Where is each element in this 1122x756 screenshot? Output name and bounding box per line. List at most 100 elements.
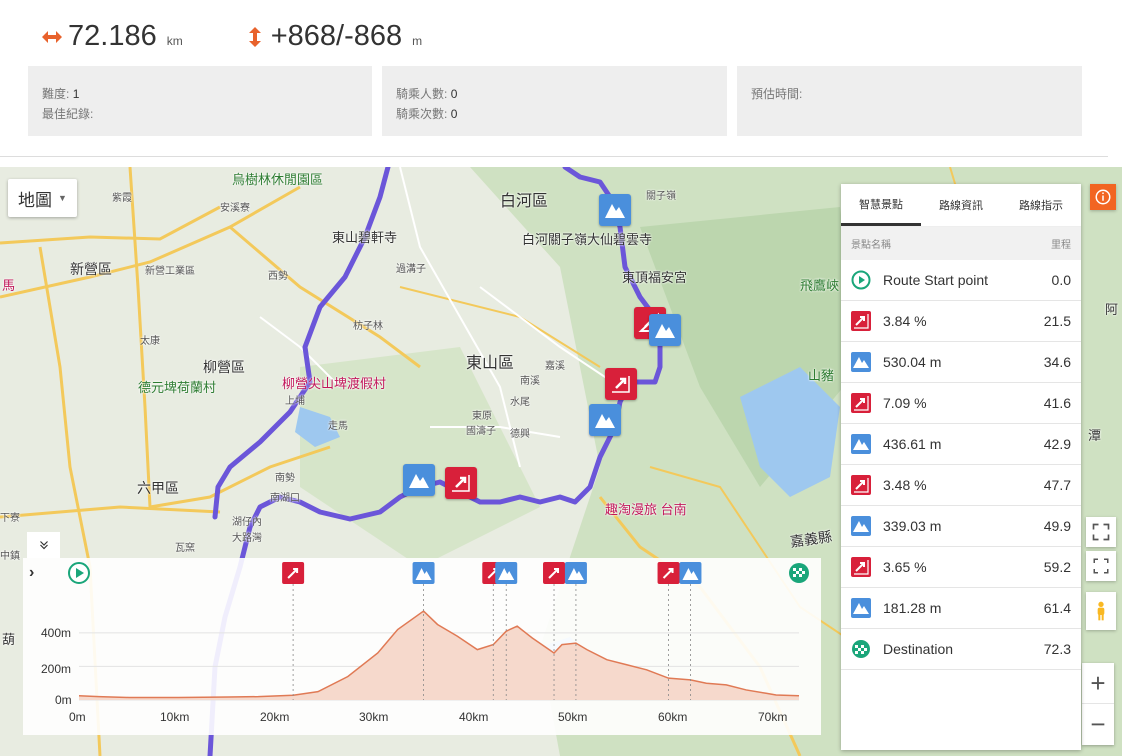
street-view-pegman-icon[interactable] bbox=[1086, 592, 1116, 630]
mountain-marker[interactable] bbox=[599, 194, 631, 226]
best-record-label: 最佳紀錄: bbox=[42, 107, 94, 121]
x-tick-40: 40km bbox=[459, 710, 489, 724]
point-row[interactable]: 7.09 % 41.6 bbox=[841, 383, 1081, 424]
point-row[interactable]: 3.84 % 21.5 bbox=[841, 301, 1081, 342]
label-dalu: 大路灣 bbox=[232, 533, 262, 544]
point-row[interactable]: 339.03 m 49.9 bbox=[841, 506, 1081, 547]
fullscreen-icon[interactable] bbox=[1086, 517, 1116, 547]
label-shanzhu: 山豬 bbox=[808, 368, 835, 383]
difficulty-label: 難度: bbox=[42, 87, 70, 101]
point-row[interactable]: Destination 72.3 bbox=[841, 629, 1081, 670]
climb-icon bbox=[851, 311, 871, 331]
point-row[interactable]: 3.48 % 47.7 bbox=[841, 465, 1081, 506]
point-name: 339.03 m bbox=[883, 518, 942, 534]
climb-icon bbox=[851, 393, 871, 413]
label-ashan: 阿 bbox=[1105, 302, 1119, 317]
point-name: 530.04 m bbox=[883, 354, 942, 370]
point-distance: 49.9 bbox=[1043, 518, 1071, 534]
expand-chevron-icon[interactable]: › bbox=[29, 564, 34, 582]
x-tick-0: 0m bbox=[69, 710, 86, 724]
point-distance: 42.9 bbox=[1043, 436, 1071, 452]
divider bbox=[0, 156, 1108, 157]
label-huxi: 湖仔內 bbox=[232, 517, 262, 528]
zoom-out-button[interactable]: − bbox=[1082, 704, 1114, 745]
checkered-flag-icon bbox=[851, 639, 871, 659]
label-taikang: 太康 bbox=[140, 336, 160, 347]
climb-icon bbox=[851, 557, 871, 577]
x-tick-50: 50km bbox=[558, 710, 588, 724]
label-dongshan: 東山區 bbox=[466, 355, 515, 372]
climb-marker[interactable] bbox=[445, 467, 477, 499]
elevation-value: +868/-868 bbox=[270, 19, 403, 52]
elevation-area bbox=[79, 611, 799, 700]
climb-marker[interactable] bbox=[605, 368, 637, 400]
distance-value: 72.186 bbox=[68, 19, 157, 52]
point-row[interactable]: Route Start point 0.0 bbox=[841, 260, 1081, 301]
riders-box: 騎乘人數: 0 騎乘次數: 0 bbox=[382, 66, 727, 136]
fit-view-icon[interactable] bbox=[1086, 551, 1116, 581]
label-tan: 潭 bbox=[1088, 428, 1102, 443]
profile-point-climb bbox=[282, 562, 305, 700]
x-tick-70: 70km bbox=[758, 710, 788, 724]
double-chevron-down-icon bbox=[39, 541, 48, 550]
label-zhongzhen: 中鎮 bbox=[0, 551, 20, 562]
point-distance: 47.7 bbox=[1043, 477, 1071, 493]
point-name: 436.61 m bbox=[883, 436, 942, 452]
mountain-marker[interactable] bbox=[589, 404, 621, 436]
label-guoyuan: 國濤子 bbox=[466, 426, 496, 437]
riders-value: 0 bbox=[450, 87, 458, 101]
collapse-elevation-button[interactable] bbox=[27, 532, 60, 558]
elevation-stat: +868/-868 m bbox=[243, 20, 422, 53]
point-distance: 34.6 bbox=[1043, 354, 1071, 370]
rides-label: 騎乘次數: bbox=[396, 107, 448, 121]
label-baihe: 白河區 bbox=[500, 193, 549, 210]
point-row[interactable]: 3.65 % 59.2 bbox=[841, 547, 1081, 588]
mountain-marker[interactable] bbox=[649, 314, 681, 346]
label-xiadong: 下寮 bbox=[0, 513, 20, 524]
points-list: Route Start point 0.0 3.84 % 21.5 530.04 m 34… bbox=[841, 260, 1081, 670]
point-distance: 61.4 bbox=[1043, 600, 1071, 616]
point-name: 3.84 % bbox=[883, 313, 927, 329]
point-name: Route Start point bbox=[883, 272, 989, 288]
climb-icon bbox=[851, 475, 871, 495]
point-name: 7.09 % bbox=[883, 395, 927, 411]
label-feilu: 飛鷹峽 bbox=[800, 278, 840, 293]
route-side-panel: 智慧景點 路線資訊 路線指示 景點名稱 里程 Route Start point… bbox=[841, 184, 1081, 750]
elevation-chart bbox=[68, 562, 809, 701]
label-nanxi: 南溪 bbox=[520, 376, 540, 387]
y-tick-200: 200m bbox=[41, 662, 72, 676]
zoom-controls: + − bbox=[1082, 663, 1114, 745]
label-shuiwei: 水尾 bbox=[510, 397, 530, 408]
label-dongshan-temple: 東山碧軒寺 bbox=[332, 230, 398, 245]
climb-icon bbox=[612, 376, 630, 393]
point-row[interactable]: 181.28 m 61.4 bbox=[841, 588, 1081, 629]
riders-label: 騎乘人數: bbox=[396, 87, 448, 101]
profile-point-destination bbox=[789, 563, 809, 583]
label-zouma: 走馬 bbox=[328, 421, 348, 432]
label-wushulin: 烏樹林休閒園區 bbox=[232, 172, 324, 187]
label-guanziling: 白河關子嶺大仙碧雲寺 bbox=[522, 232, 653, 247]
tab-smart-points[interactable]: 智慧景點 bbox=[841, 184, 921, 226]
point-name: 3.65 % bbox=[883, 559, 927, 575]
label-nanshan: 南勢 bbox=[275, 473, 295, 484]
map-type-selector[interactable]: 地圖 ▼ bbox=[8, 179, 77, 217]
zoom-in-button[interactable]: + bbox=[1082, 663, 1114, 704]
rides-value: 0 bbox=[450, 107, 458, 121]
tab-route-info[interactable]: 路線資訊 bbox=[921, 184, 1001, 226]
mountain-marker[interactable] bbox=[403, 464, 435, 496]
label-jiaxi: 嘉溪 bbox=[545, 361, 565, 372]
distance-unit: km bbox=[166, 33, 183, 48]
point-row[interactable]: 530.04 m 34.6 bbox=[841, 342, 1081, 383]
point-row[interactable]: 436.61 m 42.9 bbox=[841, 424, 1081, 465]
x-tick-60: 60km bbox=[658, 710, 688, 724]
mountain-icon bbox=[851, 516, 871, 536]
label-liuying-resort: 柳營尖山埤渡假村 bbox=[282, 376, 387, 391]
point-name: 181.28 m bbox=[883, 600, 942, 616]
mountain-icon bbox=[605, 204, 625, 218]
estimated-time-label: 預估時間: bbox=[751, 87, 803, 101]
play-circle-icon bbox=[851, 270, 871, 290]
dropdown-icon: ▼ bbox=[58, 193, 67, 203]
tab-route-directions[interactable]: 路線指示 bbox=[1001, 184, 1081, 226]
info-icon[interactable] bbox=[1090, 184, 1116, 210]
panel-tabs: 智慧景點 路線資訊 路線指示 bbox=[841, 184, 1081, 227]
